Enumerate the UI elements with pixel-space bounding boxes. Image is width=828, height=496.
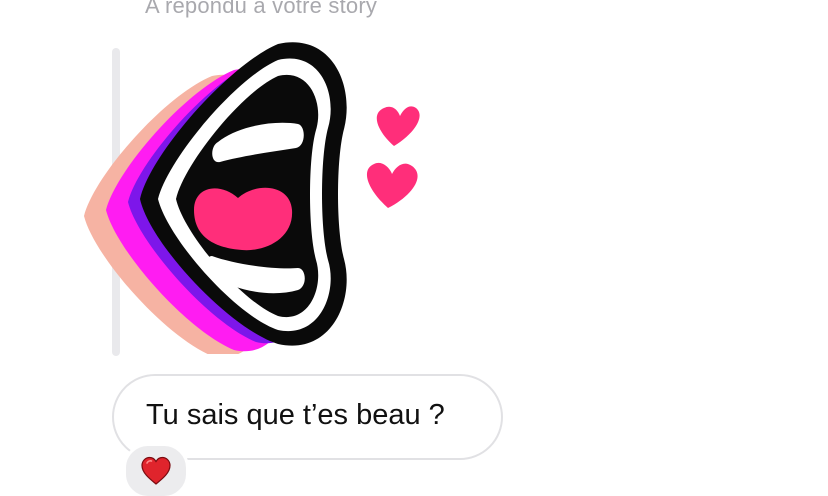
story-reply-caption: A répondu à votre story: [145, 0, 378, 18]
message-reaction[interactable]: [123, 443, 189, 496]
red-heart-reaction-icon: [141, 456, 171, 485]
message-text: Tu sais que t’es beau ?: [146, 399, 445, 431]
open-mouth-heart-sticker-icon[interactable]: [70, 34, 435, 354]
dm-conversation-screen: A répondu à votre story Tu sais que t’es…: [0, 0, 828, 496]
